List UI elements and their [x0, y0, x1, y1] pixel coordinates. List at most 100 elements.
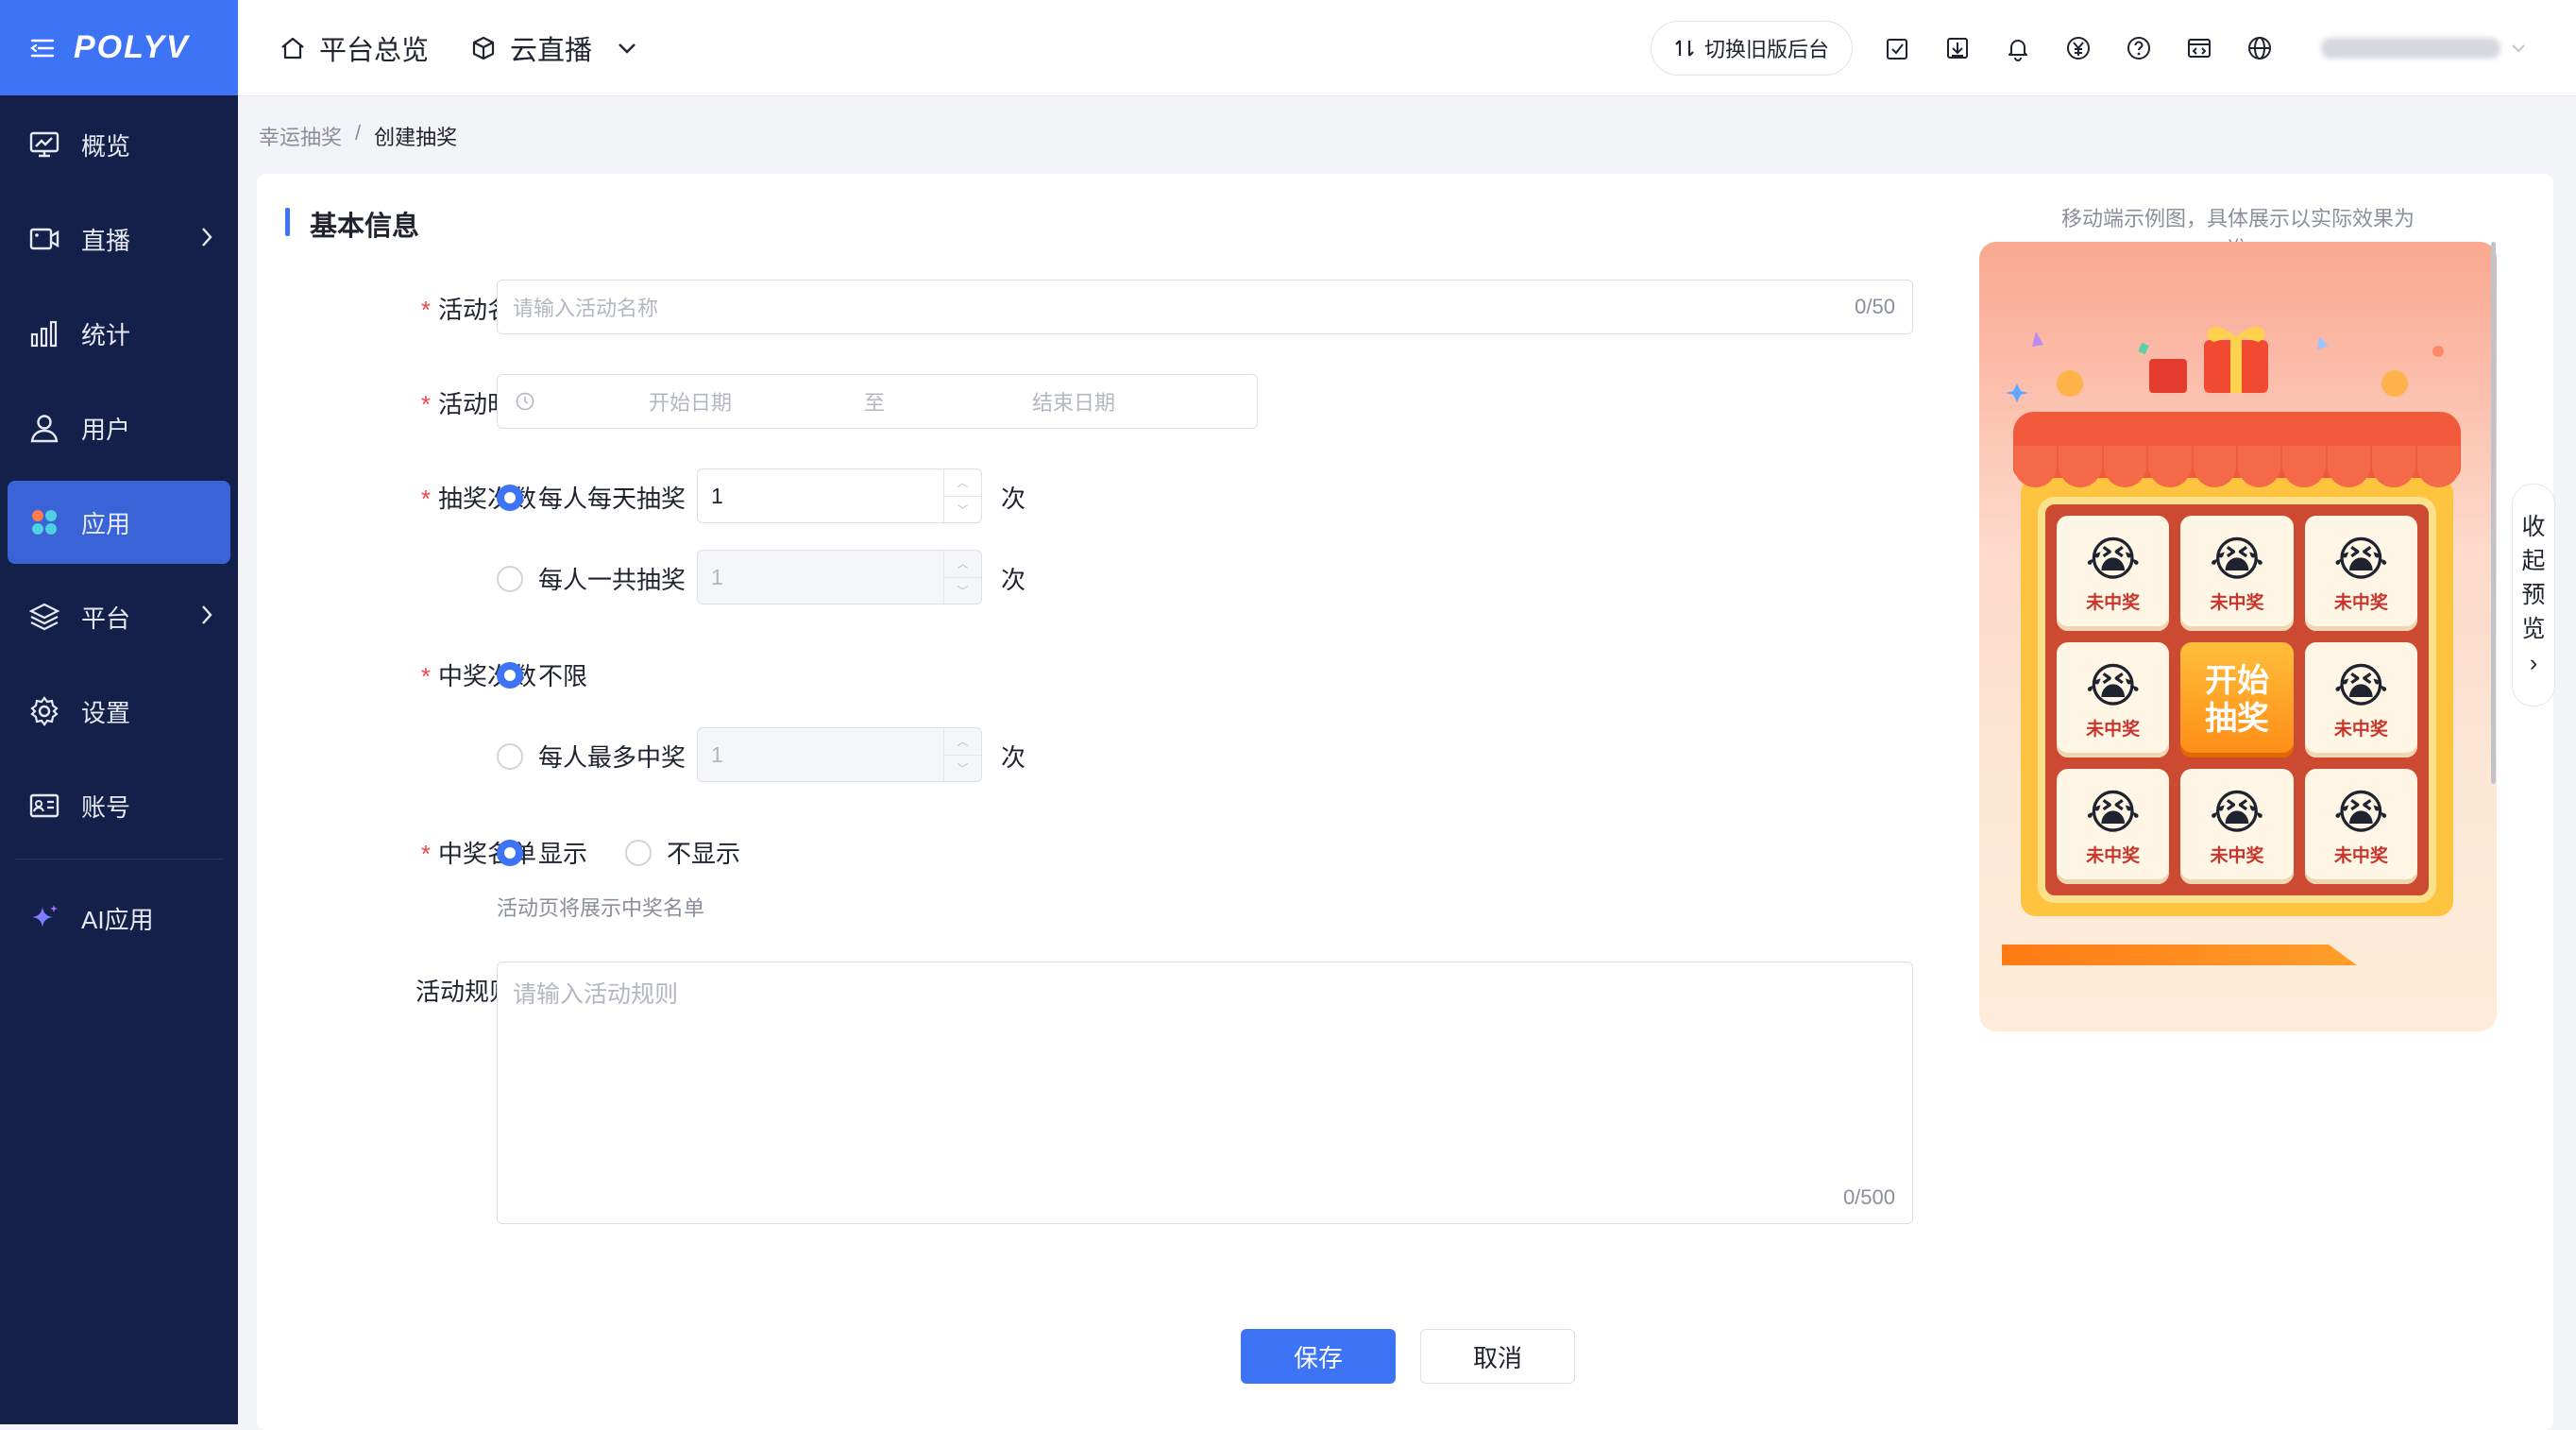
- stepper-up-icon: ︿: [944, 728, 981, 756]
- sidebar-item-ai-apps[interactable]: AI应用: [8, 877, 230, 960]
- radio-hide-winners[interactable]: 不显示: [625, 835, 740, 870]
- crying-face-icon: 😭: [2209, 785, 2265, 839]
- radio-checked-icon: [497, 839, 523, 866]
- clock-icon: [515, 391, 535, 412]
- rules-textarea[interactable]: 请输入活动规则 0/500: [497, 962, 1913, 1224]
- product-label: 云直播: [510, 35, 593, 66]
- end-date-placeholder[interactable]: 结束日期: [1032, 386, 1115, 417]
- rules-count: 0/500: [1842, 1185, 1895, 1209]
- help-icon[interactable]: [2123, 32, 2155, 64]
- radio-max-win[interactable]: 每人最多中奖: [497, 739, 686, 774]
- sidebar-item-label: 账号: [81, 792, 131, 822]
- yen-icon[interactable]: [2062, 32, 2094, 64]
- logo-bar: POLYV: [0, 0, 238, 95]
- activity-name-input[interactable]: 请输入活动名称 0/50: [497, 280, 1913, 334]
- sidebar-item-label: 应用: [81, 509, 131, 538]
- home-icon: [280, 35, 306, 61]
- daily-draw-stepper[interactable]: 1 ︿ ﹀: [697, 468, 982, 523]
- daily-draw-value: 1: [711, 483, 723, 508]
- crying-face-icon: 😭: [2209, 532, 2265, 586]
- globe-icon[interactable]: [2244, 32, 2276, 64]
- menu-toggle-icon[interactable]: [30, 38, 55, 59]
- section-title: 基本信息: [285, 204, 419, 244]
- radio-unlimited-win[interactable]: 不限: [497, 657, 587, 692]
- sidebar-item-stats[interactable]: 统计: [8, 292, 230, 375]
- sidebar-item-label: AI应用: [81, 905, 154, 934]
- radio-hide-label: 不显示: [667, 840, 741, 868]
- stepper-down-icon[interactable]: ﹀: [944, 497, 981, 523]
- activity-name-placeholder: 请输入活动名称: [513, 297, 659, 320]
- activity-name-count: 0/50: [1855, 295, 1895, 318]
- user-icon: [28, 412, 60, 444]
- breadcrumb-parent[interactable]: 幸运抽奖: [259, 121, 342, 151]
- sidebar-item-apps[interactable]: 应用: [8, 481, 230, 564]
- download-icon[interactable]: [1941, 32, 1974, 64]
- stepper-up-icon[interactable]: ︿: [944, 469, 981, 497]
- radio-total-draw[interactable]: 每人一共抽奖: [497, 561, 686, 596]
- sidebar-item-overview[interactable]: 概览: [8, 103, 230, 186]
- chevron-down-icon: [617, 42, 637, 55]
- sidebar-item-users[interactable]: 用户: [8, 386, 230, 469]
- crying-face-icon: 😭: [2333, 785, 2389, 839]
- radio-unchecked-icon: [497, 742, 523, 770]
- max-win-stepper: 1 ︿ ﹀: [697, 727, 982, 782]
- id-card-icon: [28, 790, 60, 822]
- chevron-right-icon: [200, 604, 213, 626]
- sidebar-item-account[interactable]: 账号: [8, 764, 230, 847]
- crying-face-icon: 😭: [2085, 785, 2141, 839]
- switch-old-version-button[interactable]: 切换旧版后台: [1650, 20, 1853, 76]
- user-account-menu[interactable]: [2321, 37, 2527, 59]
- logo[interactable]: POLYV: [74, 29, 190, 66]
- code-icon[interactable]: [2183, 32, 2215, 64]
- chevron-right-icon: [200, 226, 213, 248]
- breadcrumb-current: 创建抽奖: [374, 126, 458, 149]
- max-win-value: 1: [711, 741, 723, 767]
- radio-show-winners[interactable]: 显示: [497, 835, 587, 870]
- sidebar-item-label: 概览: [81, 131, 131, 161]
- breadcrumb-separator: /: [355, 121, 362, 145]
- cancel-button[interactable]: 取消: [1420, 1329, 1575, 1384]
- sidebar-item-platform[interactable]: 平台: [8, 575, 230, 658]
- platform-overview-label: 平台总览: [319, 35, 430, 66]
- rules-ribbon: [2002, 945, 2357, 965]
- prize-cell: 😭 未中奖: [2057, 769, 2170, 884]
- apps-icon: [28, 506, 60, 538]
- winner-list-hint: 活动页将展示中奖名单: [497, 896, 705, 920]
- monitor-icon: [28, 128, 60, 161]
- prize-cell: 😭 未中奖: [2180, 516, 2294, 631]
- lottery-machine: 😭 未中奖 😭 未中奖 😭 未中奖 😭 未中奖 开始 抽奖 😭 未中奖 😭 未中奖 😭 未中奖 …: [2013, 412, 2461, 933]
- prize-cell: 😭 未中奖: [2057, 642, 2170, 758]
- sidebar-nav: 概览 直播 统计 用户 应用 平台 设置 账号 AI应用: [0, 103, 238, 960]
- chevron-right-icon: ›: [2529, 650, 2538, 676]
- sidebar-item-label: 用户: [81, 415, 131, 444]
- avatar: [2321, 37, 2500, 59]
- total-draw-value: 1: [711, 564, 723, 589]
- platform-overview-link[interactable]: 平台总览: [280, 28, 429, 68]
- unit-label: 次: [1001, 566, 1026, 594]
- top-bar: 平台总览 云直播 切换旧版后台: [238, 0, 2576, 95]
- start-draw-button: 开始 抽奖: [2180, 642, 2294, 758]
- unit-label: 次: [1001, 485, 1026, 513]
- bell-icon[interactable]: [2002, 32, 2034, 64]
- swap-icon: [1674, 37, 1695, 60]
- sidebar-item-settings[interactable]: 设置: [8, 670, 230, 753]
- crying-face-icon: 😭: [2085, 532, 2141, 586]
- save-button[interactable]: 保存: [1241, 1329, 1396, 1384]
- video-icon: [28, 223, 60, 255]
- switch-old-version-label: 切换旧版后台: [1703, 37, 1829, 61]
- cube-icon: [470, 35, 497, 61]
- chevron-down-icon: [2510, 43, 2527, 54]
- start-date-placeholder[interactable]: 开始日期: [649, 386, 732, 417]
- rules-label: 活动规则: [415, 978, 514, 1006]
- product-switcher[interactable]: 云直播: [470, 28, 637, 68]
- sidebar-item-live[interactable]: 直播: [8, 197, 230, 281]
- radio-unlimited-label: 不限: [538, 662, 588, 690]
- stepper-down-icon: ﹀: [957, 584, 969, 598]
- radio-daily-draw[interactable]: 每人每天抽奖: [497, 480, 686, 515]
- mobile-preview: 😭 未中奖 😭 未中奖 😭 未中奖 😭 未中奖 开始 抽奖 😭 未中奖 😭 未中奖 😭 未中奖 …: [1979, 242, 2497, 1031]
- preview-scrollbar[interactable]: [2491, 242, 2496, 784]
- collapse-preview-button[interactable]: 收 起 预 览 ›: [2512, 484, 2555, 706]
- activity-date-range[interactable]: 开始日期 至 结束日期: [497, 374, 1258, 429]
- sidebar-item-label: 直播: [81, 226, 131, 255]
- task-icon[interactable]: [1881, 32, 1913, 64]
